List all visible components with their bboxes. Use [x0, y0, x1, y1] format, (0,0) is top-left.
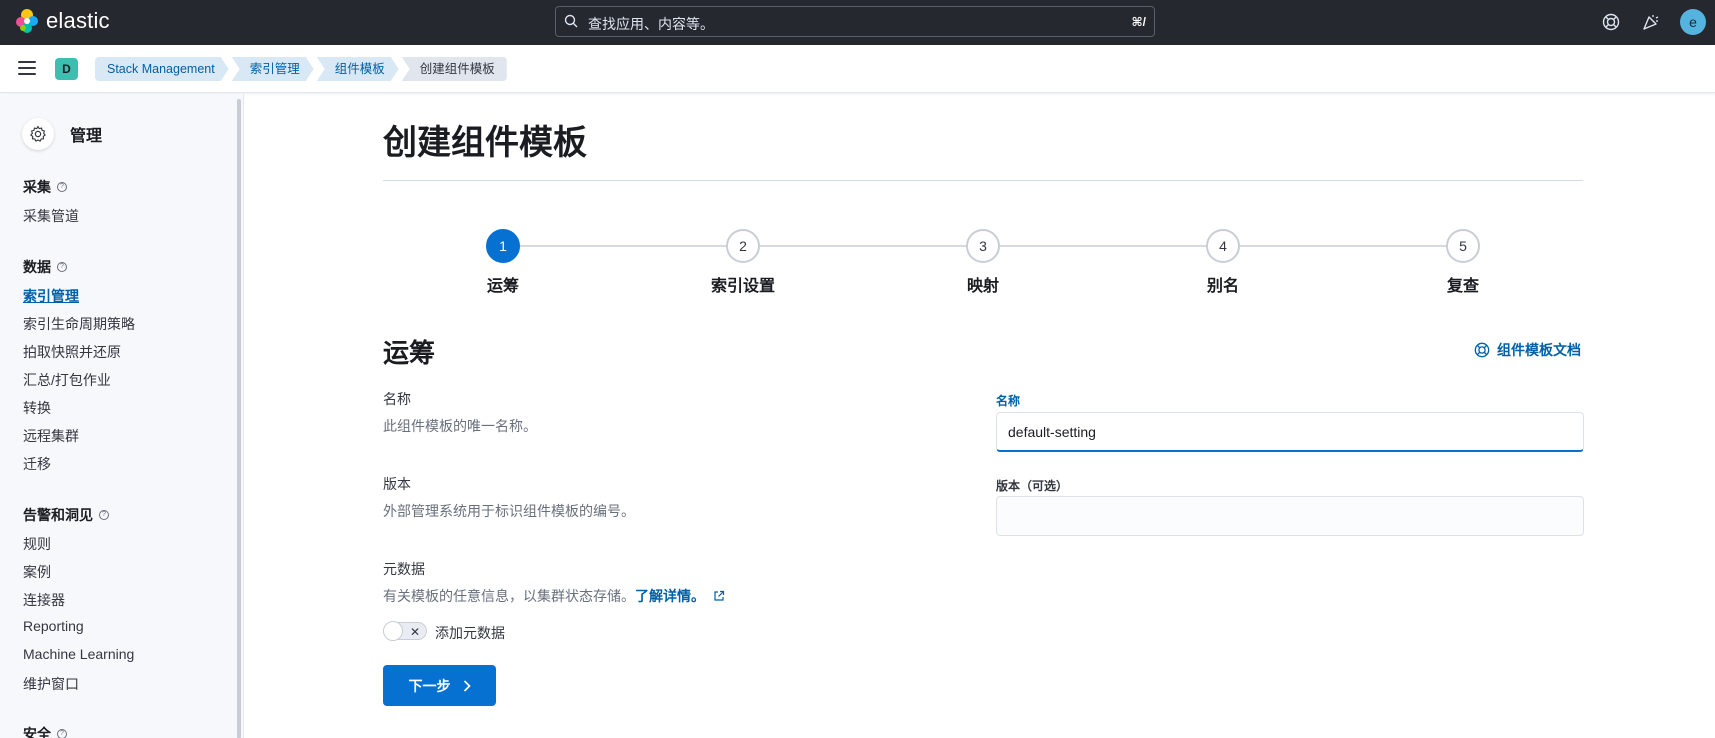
step-1-indicator[interactable]: 1 — [486, 229, 520, 263]
breadcrumb-bar: D Stack Management 索引管理 组件模板 创建组件模板 — [0, 45, 1715, 93]
version-field-title: 版本 — [383, 476, 411, 492]
version-field-description: 外部管理系统用于标识组件模板的编号。 — [383, 503, 635, 519]
elastic-logo[interactable]: elastic — [14, 8, 110, 34]
sidebar-item-snapshot-restore[interactable]: 拍取快照并还原 — [23, 342, 121, 362]
sidebar-item-machine-learning[interactable]: Machine Learning — [23, 646, 134, 662]
sidebar-group-ingest: 采集? — [23, 177, 67, 197]
help-icon[interactable]: ? — [57, 182, 67, 192]
learn-more-link[interactable]: 了解详情。 — [635, 588, 705, 604]
sidebar-group-label: 告警和洞见 — [23, 507, 93, 523]
sidebar-group-alerts-insights: 告警和洞见? — [23, 505, 109, 525]
name-input-label: 名称 — [996, 394, 1021, 408]
sidebar-item-transforms[interactable]: 转换 — [23, 398, 51, 418]
sidebar-item-index-management[interactable]: 索引管理 — [23, 286, 79, 306]
user-avatar[interactable]: e — [1680, 9, 1706, 35]
logo-text: elastic — [46, 8, 110, 33]
breadcrumb-stack-management[interactable]: Stack Management — [95, 57, 229, 81]
next-button-label: 下一步 — [408, 677, 451, 694]
sidebar-title: 管理 — [70, 128, 103, 145]
step-2-indicator[interactable]: 2 — [726, 229, 760, 263]
external-link-icon[interactable] — [713, 590, 725, 602]
metadata-field-title: 元数据 — [383, 561, 425, 577]
metadata-field-description: 有关模板的任意信息，以集群状态存储。了解详情。 — [383, 586, 725, 606]
sidebar-item-reporting[interactable]: Reporting — [23, 618, 84, 634]
sidebar-group-label: 数据 — [23, 259, 51, 275]
switch-knob — [383, 621, 403, 641]
breadcrumb: Stack Management 索引管理 组件模板 创建组件模板 — [95, 57, 510, 81]
sidebar-item-rollup-jobs[interactable]: 汇总/打包作业 — [23, 370, 111, 390]
add-metadata-label[interactable]: 添加元数据 — [435, 623, 505, 643]
step-3-label[interactable]: 映射 — [923, 272, 1043, 296]
sidebar-item-ilm-policies[interactable]: 索引生命周期策略 — [23, 314, 135, 334]
help-lifebuoy-icon — [1474, 342, 1490, 358]
step-3-indicator[interactable]: 3 — [966, 229, 1000, 263]
space-avatar[interactable]: D — [55, 58, 78, 80]
breadcrumb-index-management[interactable]: 索引管理 — [232, 57, 314, 81]
sidebar-group-label: 安全 — [23, 726, 51, 738]
news-feed-button[interactable] — [1640, 11, 1662, 33]
header-bar: elastic 查找应用、内容等。 ⌘/ e — [0, 0, 1715, 45]
help-icon[interactable]: ? — [57, 729, 67, 738]
cross-icon: ✕ — [410, 625, 421, 639]
component-template-docs-link[interactable]: 组件模板文档 — [1474, 340, 1581, 360]
sidebar-item-connectors[interactable]: 连接器 — [23, 590, 65, 610]
step-2-label[interactable]: 索引设置 — [683, 272, 803, 296]
search-placeholder: 查找应用、内容等。 — [588, 16, 714, 32]
sidebar-item-remote-clusters[interactable]: 远程集群 — [23, 426, 79, 446]
next-button[interactable]: 下一步 — [383, 665, 496, 706]
name-field-description: 此组件模板的唯一名称。 — [383, 418, 537, 434]
step-4-indicator[interactable]: 4 — [1206, 229, 1240, 263]
sidebar-item-ingest-pipelines[interactable]: 采集管道 — [23, 206, 79, 226]
docs-link-label: 组件模板文档 — [1497, 342, 1581, 358]
sidebar-group-data: 数据? — [23, 257, 67, 277]
help-button[interactable] — [1600, 11, 1622, 33]
step-1-label[interactable]: 运筹 — [443, 272, 563, 296]
step-5-label[interactable]: 复查 — [1403, 272, 1523, 296]
breadcrumb-component-templates[interactable]: 组件模板 — [317, 57, 399, 81]
search-icon — [564, 14, 578, 28]
breadcrumb-create-component-template: 创建组件模板 — [401, 57, 507, 81]
menu-toggle-icon[interactable] — [18, 61, 36, 75]
metadata-description-text: 有关模板的任意信息，以集群状态存储。 — [383, 588, 635, 604]
help-icon[interactable]: ? — [99, 510, 109, 520]
sidebar-item-rules[interactable]: 规则 — [23, 534, 51, 554]
help-icon[interactable]: ? — [57, 262, 67, 272]
sidebar-header: 管理 — [22, 118, 102, 150]
search-shortcut: ⌘/ — [1131, 15, 1146, 29]
version-input-label: 版本（可选） — [996, 479, 1069, 493]
add-metadata-switch[interactable]: ✕ — [383, 621, 427, 641]
sidebar-group-security: 安全? — [23, 724, 67, 738]
elastic-logo-icon — [16, 9, 38, 33]
sidebar-item-migrate[interactable]: 迁移 — [23, 454, 51, 474]
management-sidebar: 管理 采集? 采集管道 数据? 索引管理 索引生命周期策略 拍取快照并还原 汇总… — [0, 94, 244, 738]
help-lifebuoy-icon — [1602, 13, 1620, 31]
chevron-right-icon — [463, 679, 471, 692]
name-input[interactable] — [996, 412, 1584, 452]
section-title: 运筹 — [383, 338, 436, 368]
sidebar-item-cases[interactable]: 案例 — [23, 562, 51, 582]
title-divider — [383, 180, 1583, 181]
step-5-indicator[interactable]: 5 — [1446, 229, 1480, 263]
sidebar-scrollbar[interactable] — [237, 99, 241, 738]
sidebar-item-maintenance-windows[interactable]: 维护窗口 — [23, 674, 79, 694]
global-search[interactable]: 查找应用、内容等。 ⌘/ — [555, 6, 1155, 37]
name-field-title: 名称 — [383, 391, 411, 407]
gear-icon — [22, 118, 54, 150]
cheer-icon — [1643, 15, 1659, 30]
version-input[interactable] — [996, 496, 1584, 536]
page-title: 创建组件模板 — [383, 124, 587, 162]
step-4-label[interactable]: 别名 — [1163, 272, 1283, 296]
sidebar-group-label: 采集 — [23, 179, 51, 195]
